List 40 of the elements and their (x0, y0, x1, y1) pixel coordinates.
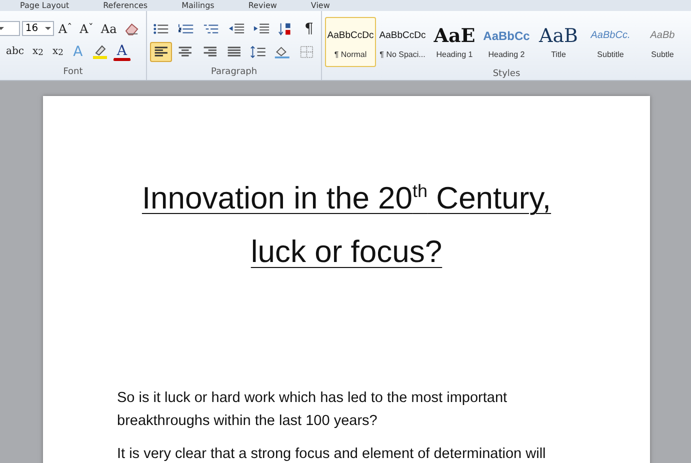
align-left-button[interactable] (150, 42, 172, 62)
style-gallery-item[interactable]: AaB Title (533, 17, 584, 67)
align-center-icon (177, 44, 194, 58)
highlighter-icon (92, 44, 108, 59)
group-label: Font (62, 66, 84, 79)
indent-icon (253, 22, 270, 36)
document-title: luck or focus? (250, 233, 442, 272)
body-paragraph: It is very clear that a strong focus and element of determination will (117, 445, 547, 463)
group-label: Paragraph (210, 66, 258, 79)
style-gallery-item[interactable]: AaE Heading 1 (429, 17, 480, 67)
justify-icon (226, 44, 242, 58)
align-right-icon (202, 44, 218, 58)
style-gallery-item[interactable]: AaBbCc. Subtitle (585, 17, 636, 67)
align-left-icon (153, 44, 170, 58)
bullets-icon (153, 22, 170, 36)
ribbon-tab[interactable]: View (310, 1, 330, 11)
style-gallery-item[interactable]: AaBbCc Heading 2 (481, 17, 532, 67)
style-gallery-item[interactable]: AaBbCcDc ¶ No Spaci... (377, 17, 428, 67)
outdent-icon (228, 22, 245, 36)
show-formatting-button[interactable]: ¶ (300, 18, 318, 38)
style-gallery-item[interactable]: AaBb Subtle (637, 17, 688, 67)
shading-icon (274, 44, 291, 58)
font-color-button[interactable]: A (112, 42, 131, 60)
font-name-field[interactable] (0, 21, 20, 36)
font-size-field[interactable]: 16 (22, 21, 54, 36)
style-gallery-item[interactable]: AaBbCcDc ¶ Normal (325, 17, 376, 67)
group-label: Styles (492, 68, 522, 81)
dropdown-caret-icon (44, 27, 51, 30)
document-title: Innovation in the 20$^{th}$ Century, (142, 179, 552, 218)
ribbon-tab[interactable]: Page Layout (20, 1, 70, 11)
change-case-button[interactable]: Aa (98, 18, 120, 38)
strikethrough-button[interactable]: abc (3, 42, 27, 62)
eraser-icon (124, 22, 140, 36)
ribbon-tab[interactable]: Review (248, 1, 277, 11)
numbering-icon (178, 22, 195, 36)
borders-icon (298, 44, 315, 58)
body-paragraph: So is it luck or hard work which has led to the most important breakthroughs within the last 100 years? (117, 389, 508, 432)
ribbon-tab[interactable]: Mailings (182, 1, 214, 11)
ribbon-tab[interactable]: References (103, 1, 148, 11)
line-spacing-icon (250, 44, 266, 58)
